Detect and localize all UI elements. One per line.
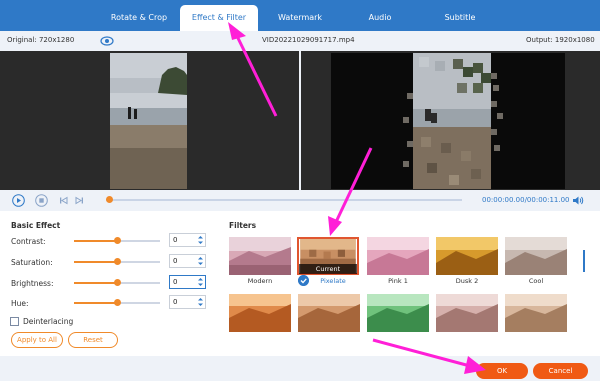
brightness-stepper[interactable]: 0 [169,275,206,289]
stepper-arrows-icon[interactable] [197,234,204,246]
brightness-value: 0 [173,278,178,286]
tab-audio[interactable]: Audio [350,5,410,31]
contrast-value: 0 [173,236,178,244]
deinterlacing-label: Deinterlacing [23,317,74,326]
tab-subtitle[interactable]: Subtitle [430,5,490,31]
filter-thumbnail[interactable] [229,294,291,332]
filter-thumbnail[interactable] [436,294,498,332]
previous-frame-icon[interactable] [57,194,70,207]
stepper-arrows-icon[interactable] [197,255,204,267]
saturation-stepper[interactable]: 0 [169,254,206,268]
filter-thumbnail-dusk-2[interactable] [436,237,498,275]
playback-bar: 00:00:00.00/00:00:11.00 [0,190,600,211]
contrast-slider[interactable] [74,237,160,244]
hue-fill [74,302,117,304]
output-video-frame [331,53,565,189]
playback-handle[interactable] [106,196,113,203]
filter-thumbnail-modern[interactable] [229,237,291,275]
filter-thumbnail[interactable] [505,294,567,332]
output-resolution: Output: 1920x1080 [526,36,595,44]
saturation-slider[interactable] [74,258,160,265]
original-video-frame [110,53,187,189]
playback-track[interactable] [106,199,462,201]
tab-bar: Rotate & Crop Effect & Filter Watermark … [0,0,600,31]
contrast-fill [74,240,117,242]
saturation-handle[interactable] [114,258,121,265]
play-icon[interactable] [12,194,25,207]
preview-area [0,51,600,190]
ok-button[interactable]: OK [476,363,528,379]
original-resolution: Original: 720x1280 [7,36,75,44]
info-bar: Original: 720x1280 VID20221029091717.mp4… [0,31,600,51]
filter-label-pixelate: Pixelate [320,277,346,285]
filter-thumbnail-cool[interactable] [505,237,567,275]
time-display: 00:00:00.00/00:00:11.00 [482,196,570,204]
contrast-stepper[interactable]: 0 [169,233,206,247]
apply-to-all-button[interactable]: Apply to All [11,332,63,348]
next-frame-icon[interactable] [73,194,86,207]
current-filter-tag: Current [299,264,357,274]
filter-thumbnail[interactable] [367,294,429,332]
brightness-fill [74,282,117,284]
filter-label-cool: Cool [528,277,544,285]
filters-title: Filters [229,221,257,230]
hue-stepper[interactable]: 0 [169,295,206,309]
hue-value: 0 [173,298,178,306]
preview-divider [299,51,301,190]
tab-watermark[interactable]: Watermark [265,5,335,31]
eye-icon[interactable] [100,35,114,47]
reset-button[interactable]: Reset [68,332,118,348]
brightness-slider[interactable] [74,279,160,286]
cancel-button[interactable]: Cancel [533,363,588,379]
tab-effect-filter[interactable]: Effect & Filter [180,5,258,31]
basic-effect-title: Basic Effect [11,221,61,230]
stop-icon[interactable] [35,194,48,207]
file-name: VID20221029091717.mp4 [262,36,355,44]
filter-thumbnail[interactable] [298,294,360,332]
saturation-value: 0 [173,257,178,265]
filter-label-modern: Modern [247,277,273,285]
saturation-label: Saturation: [11,258,53,267]
volume-icon[interactable] [571,194,584,207]
saturation-fill [74,261,117,263]
hue-slider[interactable] [74,299,160,306]
hue-label: Hue: [11,299,29,308]
brightness-handle[interactable] [114,279,121,286]
filter-label-dusk-2: Dusk 2 [455,277,479,285]
brightness-label: Brightness: [11,279,54,288]
contrast-label: Contrast: [11,237,46,246]
filters-scrollbar[interactable] [583,250,585,272]
filter-label-pink-1: Pink 1 [388,277,408,285]
hue-handle[interactable] [114,299,121,306]
stepper-arrows-icon[interactable] [197,296,204,308]
tab-rotate-crop[interactable]: Rotate & Crop [98,5,180,31]
stepper-arrows-icon[interactable] [197,276,204,288]
contrast-handle[interactable] [114,237,121,244]
filter-thumbnail-pink-1[interactable] [367,237,429,275]
deinterlacing-checkbox[interactable] [10,317,19,326]
